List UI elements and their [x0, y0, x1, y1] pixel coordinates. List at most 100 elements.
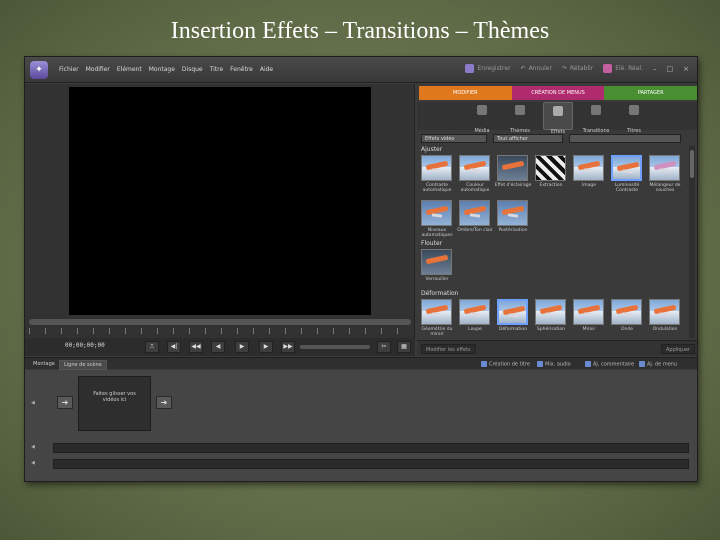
effect-label: Déformation: [498, 327, 528, 332]
effect-label: Image: [581, 183, 597, 188]
fast-forward-icon[interactable]: ▶▶: [281, 341, 295, 353]
search-input[interactable]: [569, 134, 681, 143]
prev-frame-icon[interactable]: ◀: [211, 341, 225, 353]
time-ruler[interactable]: [29, 328, 411, 334]
tab-media[interactable]: Média: [467, 102, 497, 134]
effect-thumb[interactable]: [421, 155, 452, 181]
monitor-panel: 00;00;00;00 ⎍ ◀| ◀◀ ◀ ▶ ▶ ▶▶ ✂ ▦: [25, 84, 415, 356]
audio-track[interactable]: [53, 443, 689, 453]
menu-titre[interactable]: Titre: [210, 66, 224, 73]
add-menu-button[interactable]: Aj. de menu: [639, 361, 677, 368]
narration-track[interactable]: [53, 459, 689, 469]
split-icon[interactable]: ⎍: [145, 341, 159, 353]
mode-tab-partager[interactable]: PARTAGER: [604, 86, 697, 100]
close-icon[interactable]: ×: [683, 65, 689, 73]
effect-category-select[interactable]: Effets vidéo: [421, 134, 487, 143]
scrub-bar[interactable]: [29, 319, 411, 325]
transport-controls: 00;00;00;00 ⎍ ◀| ◀◀ ◀ ▶ ▶ ▶▶ ✂ ▦: [25, 338, 415, 356]
rewind-icon[interactable]: ◀◀: [189, 341, 203, 353]
play-icon[interactable]: ▶: [235, 341, 249, 353]
tab-themes[interactable]: Thèmes: [505, 102, 535, 134]
effect-label: Mélangeur de couches: [649, 183, 681, 193]
modify-effects-button[interactable]: Modifier les effets: [421, 344, 476, 354]
themes-icon: [515, 105, 525, 115]
effect-thumb[interactable]: [535, 155, 566, 181]
menu-fenetre[interactable]: Fenêtre: [230, 66, 253, 73]
effect-thumb[interactable]: [649, 155, 680, 181]
effect-thumb[interactable]: [459, 200, 490, 226]
tasks-panel: MODIFIER CRÉATION DE MENUS PARTAGER Médi…: [417, 84, 697, 356]
add-narration-button[interactable]: Aj. commentaire: [585, 361, 634, 368]
tab-ligne-de-scene[interactable]: Ligne de scène: [59, 360, 107, 370]
grid-icon[interactable]: ▦: [397, 341, 411, 353]
redo-button[interactable]: ↷ Rétablir: [562, 65, 593, 72]
effect-thumb[interactable]: [573, 155, 604, 181]
effect-label: Contraste automatique: [422, 183, 452, 193]
mode-tab-menus[interactable]: CRÉATION DE MENUS: [511, 86, 605, 100]
insert-before-icon[interactable]: ➜: [57, 396, 73, 409]
effects-list: Ajuster Contraste automatique Couleur au…: [417, 146, 687, 338]
apply-button[interactable]: Appliquer: [660, 344, 695, 354]
effect-thumb[interactable]: [611, 299, 642, 325]
filter-bar: Effets vidéo Tout afficher: [417, 132, 697, 144]
effect-thumb[interactable]: [421, 249, 452, 275]
organizer-icon: [603, 64, 613, 73]
effect-thumb[interactable]: [497, 200, 528, 226]
insert-after-icon[interactable]: ➜: [156, 396, 172, 409]
audio-track-icon: ◀: [31, 444, 35, 450]
maximize-icon[interactable]: □: [667, 65, 674, 73]
organizer-button[interactable]: Elé. Réal.: [603, 64, 643, 73]
effect-thumb-selected[interactable]: [611, 155, 642, 181]
save-button[interactable]: Enregistrer: [465, 64, 511, 73]
effect-thumb[interactable]: [421, 299, 452, 325]
effect-thumb[interactable]: [649, 299, 680, 325]
effect-thumb[interactable]: [535, 299, 566, 325]
title-icon: [481, 361, 487, 367]
menu-disque[interactable]: Disque: [182, 66, 203, 73]
sceneline: ◀ ➜ Faites glisser vos vidéos ici ➜ ◀ ◀: [25, 370, 697, 481]
effects-icon: [553, 106, 563, 116]
premiere-elements-window: ✦ Fichier Modifier Elément Montage Disqu…: [24, 56, 698, 482]
tab-effets[interactable]: Effets: [543, 102, 573, 135]
media-icon: [477, 105, 487, 115]
tab-titres[interactable]: Titres: [619, 102, 649, 134]
effect-thumb[interactable]: [459, 299, 490, 325]
undo-icon: ↶: [520, 65, 526, 72]
menu-element[interactable]: Elément: [117, 66, 142, 73]
create-title-button[interactable]: Création de titre: [481, 361, 530, 368]
menu-montage[interactable]: Montage: [149, 66, 175, 73]
menu-bar: ✦ Fichier Modifier Elément Montage Disqu…: [25, 57, 697, 83]
menu-modifier[interactable]: Modifier: [86, 66, 110, 73]
effect-thumb[interactable]: [497, 155, 528, 181]
menu-fichier[interactable]: Fichier: [59, 66, 79, 73]
cut-icon[interactable]: ✂: [377, 341, 391, 353]
step-back-icon[interactable]: ◀|: [167, 341, 181, 353]
effect-thumb[interactable]: [421, 200, 452, 226]
next-frame-icon[interactable]: ▶: [259, 341, 273, 353]
effect-thumb[interactable]: [459, 155, 490, 181]
narration-track-icon: ◀: [31, 460, 35, 466]
mode-tab-modifier[interactable]: MODIFIER: [419, 86, 512, 100]
effect-thumb[interactable]: [497, 299, 528, 325]
audio-mix-button[interactable]: Mix. audio: [537, 361, 571, 368]
effect-label: Postérisation: [498, 228, 528, 233]
effect-label: Luminosité Contraste: [614, 183, 640, 193]
titles-icon: [629, 105, 639, 115]
shuttle-slider[interactable]: [300, 345, 370, 349]
effects-scrollbar[interactable]: [689, 146, 695, 338]
menu-marker-icon: [639, 361, 645, 367]
display-filter-select[interactable]: Tout afficher: [493, 134, 563, 143]
minimize-icon[interactable]: –: [653, 65, 657, 73]
drop-zone[interactable]: Faites glisser vos vidéos ici: [78, 376, 151, 431]
undo-button[interactable]: ↶ Annuler: [521, 65, 552, 72]
category-flouter: Flouter: [421, 240, 443, 247]
tab-montage[interactable]: Montage: [29, 360, 59, 368]
track-arrow-icon: ◀: [31, 400, 35, 406]
tab-transitions[interactable]: Transitions: [581, 102, 611, 134]
sub-tabs: Média Thèmes Effets Transitions Titres: [417, 102, 697, 135]
scroll-thumb[interactable]: [690, 150, 694, 178]
menu-aide[interactable]: Aide: [260, 66, 273, 73]
effect-label: Extraction: [539, 183, 563, 188]
effect-thumb[interactable]: [573, 299, 604, 325]
panel-footer: Modifier les effets Appliquer: [417, 340, 697, 356]
